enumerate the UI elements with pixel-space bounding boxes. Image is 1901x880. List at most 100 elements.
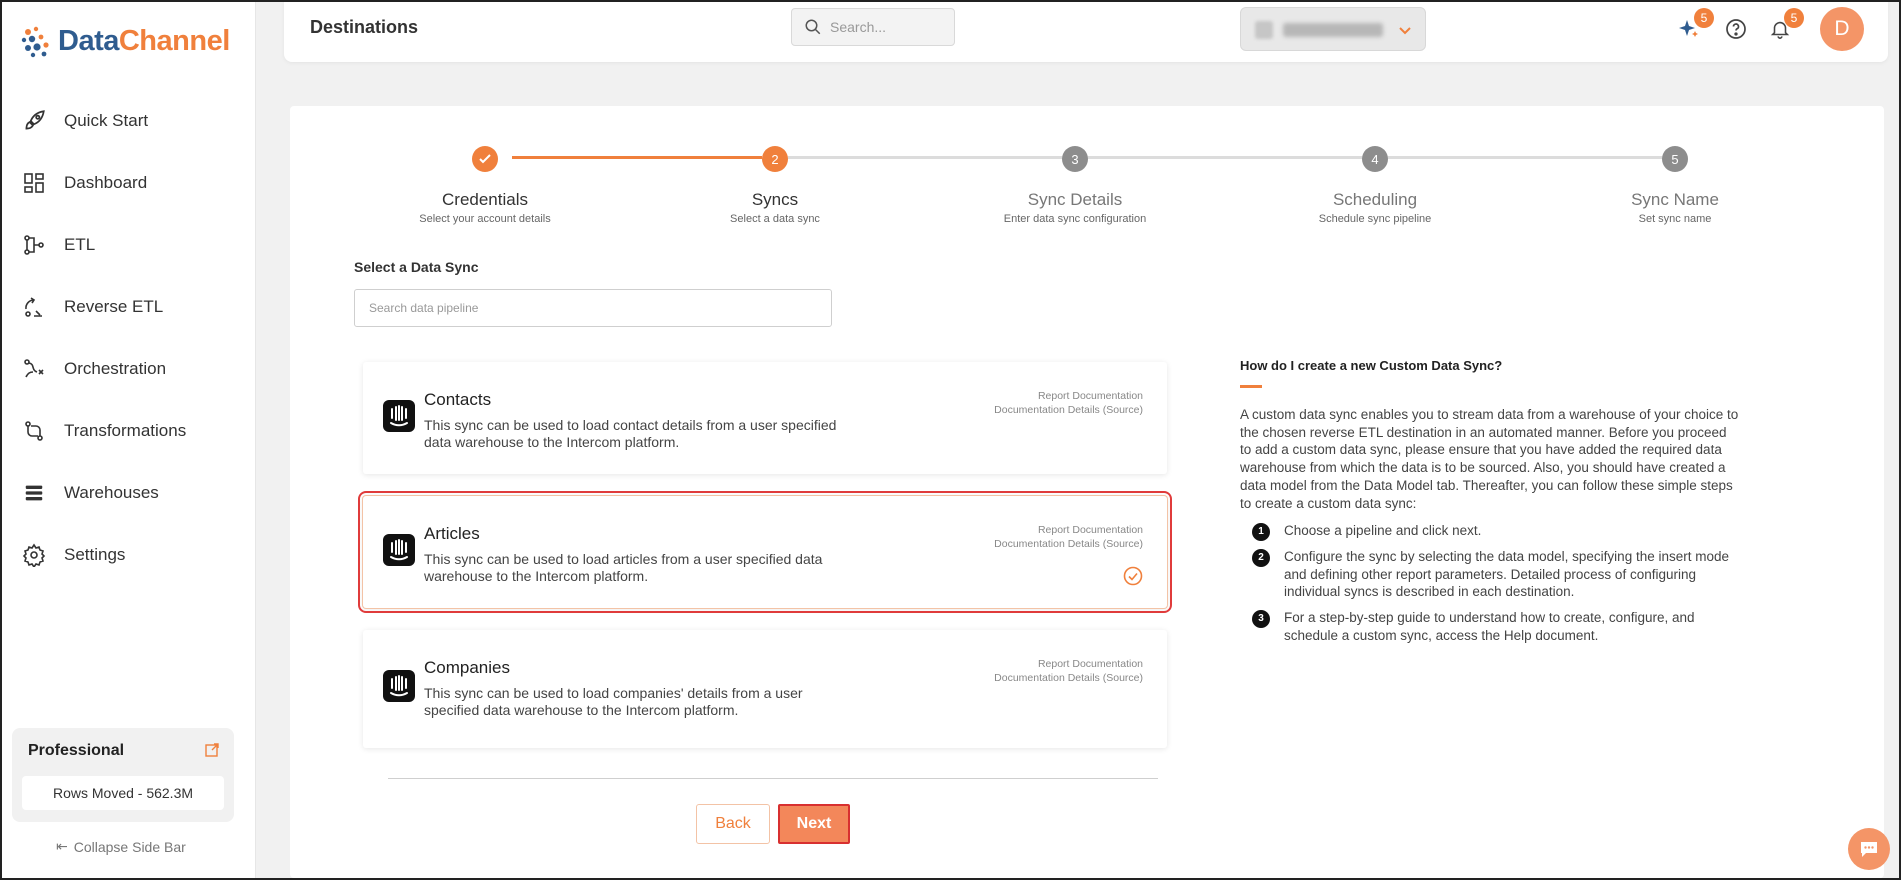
back-button[interactable]: Back <box>696 804 770 844</box>
intercom-icon <box>383 534 415 566</box>
step-2-subtitle: Select a data sync <box>730 213 820 225</box>
plan-box: Professional Rows Moved - 562.3M <box>12 728 234 822</box>
avatar[interactable]: D <box>1820 7 1864 51</box>
sync-description: This sync can be used to load companies'… <box>424 685 803 718</box>
sidebar-item-quick-start[interactable]: Quick Start <box>2 90 256 152</box>
sidebar-item-label: ETL <box>64 235 96 254</box>
sync-card-contacts[interactable]: Contacts This sync can be used to load c… <box>363 362 1167 474</box>
help-step: 3 For a step-by-step guide to understand… <box>1240 609 1740 644</box>
sidebar-item-etl[interactable]: ETL <box>2 214 256 276</box>
sync-card-articles[interactable]: Articles This sync can be used to load a… <box>358 491 1172 613</box>
documentation-details-link[interactable]: Documentation Details (Source) <box>994 404 1143 416</box>
documentation-details-link[interactable]: Documentation Details (Source) <box>994 538 1143 550</box>
gear-icon <box>20 541 48 569</box>
chat-button[interactable] <box>1848 828 1890 870</box>
help-step: 2 Configure the sync by selecting the da… <box>1240 548 1740 601</box>
chat-icon <box>1861 842 1877 857</box>
reverse-etl-icon <box>20 293 48 321</box>
divider <box>388 778 1158 779</box>
help-panel: How do I create a new Custom Data Sync? … <box>1240 358 1740 652</box>
sidebar-item-dashboard[interactable]: Dashboard <box>2 152 256 214</box>
step-3-circle: 3 <box>1062 146 1088 172</box>
sync-name: Contacts <box>424 390 492 409</box>
sidebar-item-label: Warehouses <box>64 483 159 502</box>
next-button[interactable]: Next <box>778 804 850 844</box>
sidebar-item-label: Transformations <box>64 421 187 440</box>
collapse-sidebar-button[interactable]: ⇤ Collapse Side Bar <box>56 838 186 855</box>
intercom-icon <box>383 670 415 702</box>
workspace-icon <box>1255 21 1273 39</box>
help-step-number: 1 <box>1252 523 1270 542</box>
sync-description: This sync can be used to load contact de… <box>424 417 837 450</box>
help-icon <box>1726 19 1746 39</box>
sidebar-item-settings[interactable]: Settings <box>2 524 256 586</box>
sidebar-item-label: Settings <box>64 545 126 564</box>
step-connector <box>1388 156 1662 159</box>
chevron-down-icon <box>1399 27 1411 35</box>
transformations-icon <box>20 417 48 445</box>
help-step: 1 Choose a pipeline and click next. <box>1240 522 1740 542</box>
help-accent-bar <box>1240 385 1262 388</box>
help-button[interactable] <box>1723 16 1749 42</box>
logo-icon <box>21 26 49 58</box>
workspace-selector[interactable] <box>1240 7 1426 51</box>
step-1-check-icon[interactable] <box>472 146 498 172</box>
step-3-subtitle: Enter data sync configuration <box>1003 213 1147 225</box>
step-1-title: Credentials <box>442 190 528 209</box>
plan-title: Professional <box>28 742 125 759</box>
sidebar-nav: Quick Start Dashboard ETL Reverse ETL Or… <box>2 90 256 586</box>
sidebar-item-label: Orchestration <box>64 359 167 378</box>
workspace-name-blurred <box>1283 23 1383 37</box>
global-search-input[interactable]: Search... <box>791 8 955 46</box>
step-connector <box>788 156 1062 159</box>
rocket-icon <box>20 107 48 135</box>
step-connector <box>1088 156 1362 159</box>
sidebar-item-label: Quick Start <box>64 111 149 130</box>
sidebar: DataChannel Quick Start Dashboard ETL Re… <box>2 2 256 878</box>
sidebar-item-orchestration[interactable]: Orchestration <box>2 338 256 400</box>
report-documentation-link[interactable]: Report Documentation <box>1038 658 1143 670</box>
search-placeholder: Search... <box>830 19 887 35</box>
rows-moved: Rows Moved - 562.3M <box>22 776 224 810</box>
brand-name: DataChannel <box>58 24 230 57</box>
brand-logo[interactable]: DataChannel <box>20 24 230 58</box>
help-step-text: For a step-by-step guide to understand h… <box>1284 610 1695 643</box>
help-steps: 1 Choose a pipeline and click next. 2 Co… <box>1240 522 1740 644</box>
intercom-icon <box>383 400 415 432</box>
sync-description: This sync can be used to load articles f… <box>424 551 823 584</box>
help-title: How do I create a new Custom Data Sync? <box>1240 358 1503 373</box>
report-documentation-link[interactable]: Report Documentation <box>1038 390 1143 402</box>
step-4-circle: 4 <box>1362 146 1388 172</box>
wizard-stepper: 2 3 4 5 Credentials Select your account … <box>290 106 1884 226</box>
ai-badge: 5 <box>1694 8 1714 28</box>
sidebar-item-reverse-etl[interactable]: Reverse ETL <box>2 276 256 338</box>
main-panel: 2 3 4 5 Credentials Select your account … <box>290 106 1884 878</box>
step-5-circle: 5 <box>1662 146 1688 172</box>
search-pipeline-input[interactable] <box>354 289 832 327</box>
step-5-subtitle: Set sync name <box>1638 213 1712 225</box>
documentation-details-link[interactable]: Documentation Details (Source) <box>994 672 1143 684</box>
selected-check-icon <box>1123 566 1143 586</box>
notifications-badge: 5 <box>1784 8 1804 28</box>
sidebar-item-transformations[interactable]: Transformations <box>2 400 256 462</box>
page-title: Destinations <box>310 17 419 37</box>
help-step-text: Configure the sync by selecting the data… <box>1284 548 1729 600</box>
external-link-icon[interactable] <box>204 742 220 758</box>
step-2-circle[interactable]: 2 <box>762 146 788 172</box>
step-4-title: Scheduling <box>1332 190 1418 209</box>
warehouses-icon <box>20 479 48 507</box>
step-connector <box>512 156 762 159</box>
step-5-title: Sync Name <box>1631 190 1719 209</box>
report-documentation-link[interactable]: Report Documentation <box>1038 524 1143 536</box>
help-paragraph: A custom data sync enables you to stream… <box>1240 407 1739 511</box>
sidebar-item-label: Reverse ETL <box>64 297 164 316</box>
sidebar-item-warehouses[interactable]: Warehouses <box>2 462 256 524</box>
sync-name: Companies <box>424 658 510 677</box>
help-step-number: 3 <box>1252 610 1270 629</box>
sync-card-companies[interactable]: Companies This sync can be used to load … <box>363 630 1167 748</box>
step-4-subtitle: Schedule sync pipeline <box>1318 213 1432 225</box>
collapse-label: Collapse Side Bar <box>73 838 186 855</box>
sidebar-item-label: Dashboard <box>64 173 148 192</box>
top-header: Destinations Search... 5 5 D <box>284 2 1888 62</box>
search-icon <box>805 19 821 35</box>
